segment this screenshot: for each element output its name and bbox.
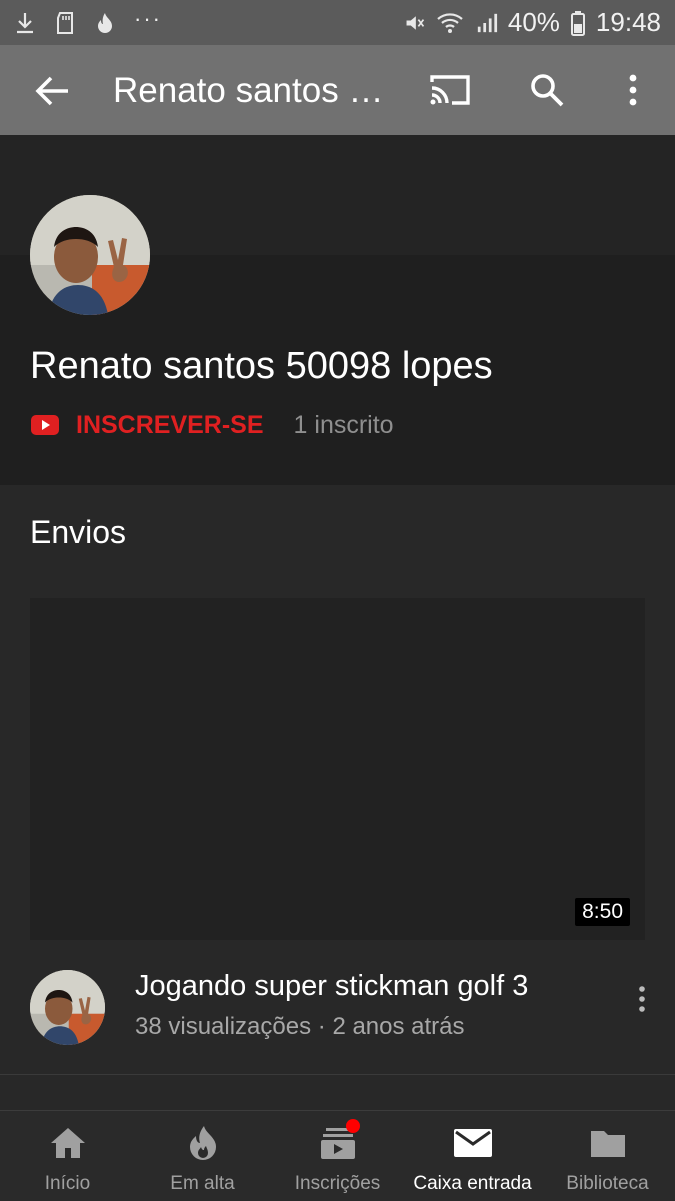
nav-item-inbox[interactable]: Caixa entrada bbox=[405, 1111, 540, 1201]
page-title: Renato santos 50098 lopes bbox=[113, 71, 388, 110]
back-arrow-icon bbox=[35, 76, 68, 106]
nav-label: Biblioteca bbox=[566, 1173, 649, 1194]
app-bar: Renato santos 50098 lopes bbox=[0, 45, 675, 135]
video-thumbnail[interactable]: 8:50 bbox=[30, 598, 645, 940]
channel-name: Renato santos 50098 lopes bbox=[30, 345, 493, 387]
nav-label: Inscrições bbox=[294, 1173, 381, 1194]
library-icon bbox=[588, 1125, 628, 1161]
more-vert-icon bbox=[639, 986, 645, 1012]
avatar-photo bbox=[30, 970, 105, 1045]
video-channel-avatar[interactable] bbox=[30, 970, 105, 1045]
nav-item-home[interactable]: Início bbox=[0, 1111, 135, 1201]
nav-item-library[interactable]: Biblioteca bbox=[540, 1111, 675, 1201]
subscriber-count: 1 inscrito bbox=[293, 410, 394, 439]
bottom-nav: Início Em alta Inscrições Caixa entrada … bbox=[0, 1110, 675, 1201]
meta-separator: · bbox=[311, 1013, 333, 1040]
uploads-section-title: Envios bbox=[30, 514, 127, 550]
more-options-button[interactable] bbox=[615, 67, 651, 113]
nav-label: Em alta bbox=[170, 1173, 235, 1194]
battery-icon bbox=[570, 10, 586, 36]
signal-icon bbox=[476, 11, 498, 35]
video-menu-button[interactable] bbox=[630, 982, 654, 1016]
trending-icon bbox=[183, 1125, 223, 1161]
divider bbox=[0, 1074, 675, 1075]
cast-button[interactable] bbox=[425, 67, 475, 113]
avatar-photo bbox=[30, 195, 150, 315]
inbox-icon bbox=[453, 1125, 493, 1161]
more-vert-icon bbox=[629, 74, 637, 106]
clock: 19:48 bbox=[595, 7, 661, 37]
sd-card-icon bbox=[54, 11, 76, 35]
status-bar: ··· 40% 19:48 bbox=[0, 0, 675, 45]
video-meta: 38 visualizações · 2 anos atrás bbox=[135, 1013, 465, 1041]
status-right: 40% 19:48 bbox=[404, 7, 661, 38]
back-button[interactable] bbox=[30, 71, 74, 111]
flame-icon bbox=[94, 11, 116, 35]
duration-badge: 8:50 bbox=[575, 898, 630, 926]
status-left: ··· bbox=[14, 6, 404, 35]
search-button[interactable] bbox=[522, 67, 572, 113]
download-icon bbox=[14, 11, 36, 35]
nav-item-trending[interactable]: Em alta bbox=[135, 1111, 270, 1201]
home-icon bbox=[48, 1125, 88, 1161]
channel-avatar[interactable] bbox=[30, 195, 150, 315]
youtube-logo-icon bbox=[30, 414, 60, 436]
battery-percent: 40% bbox=[507, 7, 560, 37]
video-views: 38 visualizações bbox=[135, 1013, 312, 1040]
nav-item-subscriptions[interactable]: Inscrições bbox=[270, 1111, 405, 1201]
notification-dot bbox=[346, 1119, 360, 1133]
video-age: 2 anos atrás bbox=[332, 1013, 465, 1040]
cast-icon bbox=[430, 75, 470, 105]
search-icon bbox=[531, 74, 564, 107]
mute-icon bbox=[404, 11, 426, 35]
more-notifications: ··· bbox=[134, 5, 162, 31]
nav-label: Caixa entrada bbox=[413, 1173, 532, 1194]
subscribe-row: INSCREVER-SE 1 inscrito bbox=[30, 408, 394, 442]
video-title[interactable]: Jogando super stickman golf 3 bbox=[135, 970, 528, 1003]
nav-label: Início bbox=[44, 1173, 91, 1194]
wifi-icon bbox=[436, 11, 466, 35]
subscribe-button[interactable]: INSCREVER-SE bbox=[76, 411, 264, 440]
